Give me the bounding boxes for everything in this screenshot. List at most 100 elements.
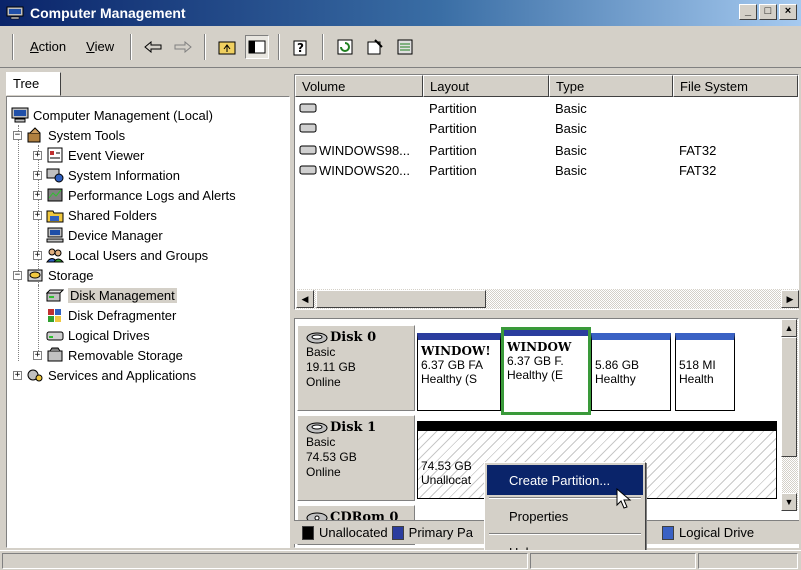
column-header-type[interactable]: Type: [549, 75, 673, 97]
show-hide-tree-button[interactable]: [245, 34, 270, 59]
volume-row[interactable]: Partition Basic: [295, 119, 798, 139]
tree-item-performance-logs[interactable]: + Performance Logs and Alerts: [33, 185, 236, 205]
tree-item-services-applications[interactable]: + Services and Applications: [13, 365, 196, 385]
tree-item-computer-management[interactable]: Computer Management (Local): [11, 105, 213, 125]
scroll-up-button[interactable]: ▲: [781, 319, 797, 337]
tree-item-logical-drives[interactable]: Logical Drives: [46, 325, 150, 345]
refresh-icon: [337, 39, 353, 54]
volume-icon: [299, 123, 317, 133]
partition[interactable]: 5.86 GB Healthy: [591, 333, 671, 411]
tree-item-disk-defragmenter[interactable]: Disk Defragmenter: [46, 305, 176, 325]
tree-item-label: Services and Applications: [48, 367, 197, 383]
minimize-button[interactable]: _: [739, 4, 757, 20]
horizontal-scrollbar[interactable]: ◀ ▶: [296, 289, 799, 309]
export-list-icon: [397, 39, 413, 54]
column-header-volume[interactable]: Volume: [295, 75, 423, 97]
disk-management-icon: [46, 289, 64, 302]
services-icon: [27, 369, 43, 382]
maximize-button[interactable]: □: [759, 4, 777, 20]
toolbar: Action View ?: [0, 26, 801, 68]
expand-icon[interactable]: +: [33, 190, 42, 200]
volume-icon: [299, 145, 317, 155]
menu-view-rest: iew: [94, 39, 115, 54]
legend-label: Unallocated: [319, 525, 388, 540]
back-button[interactable]: [141, 35, 165, 59]
tree-item-shared-folders[interactable]: + Shared Folders: [33, 205, 157, 225]
scroll-left-button[interactable]: ◀: [296, 290, 314, 308]
tree-item-storage[interactable]: − Storage: [13, 265, 94, 285]
expand-icon[interactable]: +: [33, 250, 42, 260]
refresh-button[interactable]: [333, 35, 357, 59]
scroll-right-button[interactable]: ▶: [781, 290, 799, 308]
volume-row[interactable]: WINDOWS98... Partition Basic FAT32: [295, 141, 798, 161]
vertical-scrollbar[interactable]: ▲ ▼: [781, 319, 798, 511]
forward-button[interactable]: [171, 35, 195, 59]
partition-name: WINDOW!: [421, 344, 491, 358]
expand-icon[interactable]: +: [33, 150, 42, 160]
tree-item-device-manager[interactable]: Device Manager: [46, 225, 163, 245]
volume-type: Basic: [555, 121, 587, 136]
partition-detail: 5.86 GB: [595, 358, 640, 372]
drive-icon: [46, 331, 64, 341]
collapse-icon[interactable]: −: [13, 270, 22, 280]
expand-icon[interactable]: +: [13, 370, 22, 380]
tree-item-label: Event Viewer: [68, 147, 145, 163]
tree-item-event-viewer[interactable]: + Event Viewer: [33, 145, 144, 165]
toolbar-separator: [322, 33, 325, 60]
volume-fs: FAT32: [679, 143, 717, 158]
tree-item-label: System Tools: [48, 127, 126, 143]
tree-item-system-tools[interactable]: − System Tools: [13, 125, 125, 145]
tree-tab[interactable]: Tree: [6, 72, 61, 96]
disk-size: 74.53 GB: [306, 450, 357, 464]
disk-0-label[interactable]: Disk 0 Basic 19.11 GB Online: [297, 325, 415, 411]
expand-icon[interactable]: +: [33, 170, 42, 180]
export-list-button[interactable]: [393, 35, 417, 59]
storage-icon: [27, 269, 43, 282]
forward-arrow-icon: [174, 40, 192, 53]
toolbar-separator: [12, 33, 14, 60]
up-one-level-button[interactable]: [215, 35, 239, 59]
partition-status: Health: [679, 372, 714, 386]
legend-label: Primary Pa: [408, 525, 473, 540]
column-header-layout[interactable]: Layout: [423, 75, 549, 97]
expand-icon[interactable]: +: [33, 210, 42, 220]
tree-item-system-information[interactable]: + System Information: [33, 165, 180, 185]
partition-selected[interactable]: WINDOW 6.37 GB F. Healthy (E: [501, 327, 591, 415]
menu-action[interactable]: Action: [20, 35, 76, 58]
legend-label: Logical Drive: [679, 525, 755, 540]
volume-layout: Partition: [429, 101, 477, 116]
scroll-down-button[interactable]: ▼: [781, 493, 797, 511]
tree-item-removable-storage[interactable]: + Removable Storage: [33, 345, 183, 365]
device-manager-icon: [46, 227, 64, 243]
legend-swatch: [391, 525, 404, 540]
volume-row[interactable]: Partition Basic: [295, 99, 798, 119]
help-button[interactable]: ?: [289, 35, 313, 59]
partition[interactable]: WINDOW! 6.37 GB FA Healthy (S: [417, 333, 501, 411]
status-bar: [0, 550, 801, 570]
tree-item-disk-management[interactable]: Disk Management: [46, 285, 177, 305]
scroll-thumb[interactable]: [781, 337, 797, 457]
computer-management-icon: [6, 6, 24, 20]
tree-item-label: Computer Management (Local): [33, 107, 213, 123]
disk-1-label[interactable]: Disk 1 Basic 74.53 GB Online: [297, 415, 415, 501]
tree-item-local-users[interactable]: + Local Users and Groups: [33, 245, 208, 265]
properties-button[interactable]: [363, 35, 387, 59]
scroll-thumb[interactable]: [316, 290, 486, 308]
close-button[interactable]: ×: [779, 4, 797, 20]
partition-detail: 6.37 GB FA: [421, 358, 484, 372]
expand-icon[interactable]: +: [33, 350, 42, 360]
partition[interactable]: 518 MI Health: [675, 333, 735, 411]
menu-action-rest: ction: [38, 39, 67, 54]
help-icon: ?: [293, 40, 307, 55]
legend-item: Primary Pa: [391, 525, 473, 540]
partition-name: [595, 344, 667, 358]
collapse-icon[interactable]: −: [13, 130, 22, 140]
disk-type: Basic: [306, 435, 336, 449]
disk-size: 19.11 GB: [306, 360, 356, 374]
volume-row[interactable]: WINDOWS20... Partition Basic FAT32: [295, 161, 798, 181]
toolbar-separator: [130, 33, 133, 60]
column-header-file-system[interactable]: File System: [673, 75, 798, 97]
event-viewer-icon: [47, 147, 63, 163]
tools-icon: [27, 127, 41, 143]
menu-view[interactable]: View: [76, 35, 124, 58]
